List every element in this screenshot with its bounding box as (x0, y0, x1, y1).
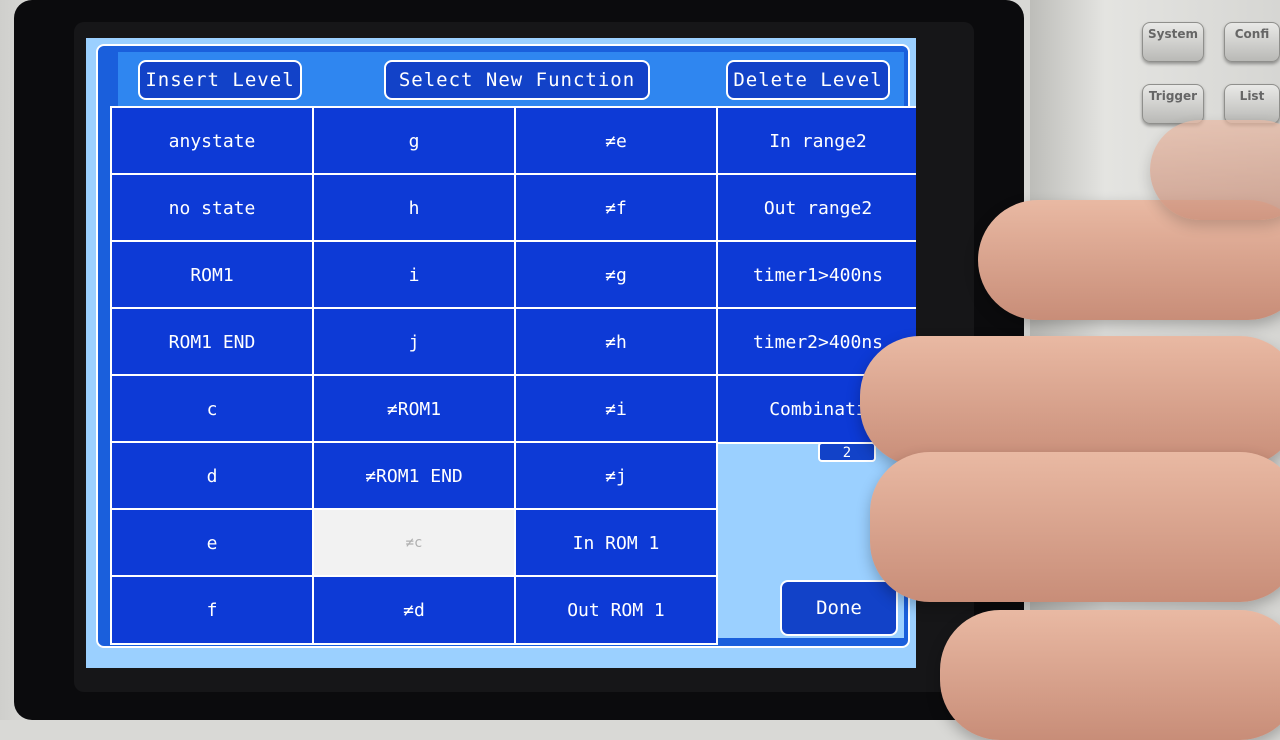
function-cell[interactable]: ≠j (514, 441, 718, 511)
function-cell[interactable]: ≠g (514, 240, 718, 310)
config-hw-button[interactable]: Confi (1224, 22, 1280, 62)
function-cell[interactable]: Out ROM 1 (514, 575, 718, 645)
function-cell[interactable]: In range2 (716, 106, 916, 176)
function-cell[interactable]: no state (110, 173, 314, 243)
function-cell[interactable]: c (110, 374, 314, 444)
function-cell[interactable]: e (110, 508, 314, 578)
function-cell[interactable]: Out range2 (716, 173, 916, 243)
finger-pinky (940, 610, 1280, 740)
function-cell[interactable]: timer1>400ns (716, 240, 916, 310)
function-cell[interactable]: i (312, 240, 516, 310)
function-cell[interactable]: ≠d (312, 575, 516, 645)
select-new-function-button[interactable]: Select New Function (384, 60, 650, 100)
function-cell[interactable]: In ROM 1 (514, 508, 718, 578)
function-cell[interactable]: h (312, 173, 516, 243)
function-cell[interactable]: ROM1 (110, 240, 314, 310)
function-cell[interactable]: ≠ROM1 (312, 374, 516, 444)
finger-blur (1150, 120, 1280, 220)
function-cell[interactable]: ≠f (514, 173, 718, 243)
finger-ring (870, 452, 1280, 602)
insert-level-button[interactable]: Insert Level (138, 60, 302, 100)
function-cell[interactable]: ≠e (514, 106, 718, 176)
function-cell[interactable]: anystate (110, 106, 314, 176)
function-grid: anystate no state ROM1 ROM1 END c d e f g h i j ≠ROM… (110, 106, 916, 645)
done-button[interactable]: Done (780, 580, 898, 636)
function-cell[interactable]: g (312, 106, 516, 176)
select-function-dialog: Insert Level Select New Function Delete … (96, 44, 916, 648)
function-cell[interactable]: ROM1 END (110, 307, 314, 377)
function-cell[interactable]: ≠ROM1 END (312, 441, 516, 511)
touch-display: Insert Level Select New Function Delete … (86, 38, 916, 668)
finger-middle (860, 336, 1280, 466)
function-cell[interactable]: d (110, 441, 314, 511)
function-cell[interactable]: ≠i (514, 374, 718, 444)
function-cell[interactable]: j (312, 307, 516, 377)
trigger-hw-button[interactable]: Trigger (1142, 84, 1204, 124)
system-hw-button[interactable]: System (1142, 22, 1204, 62)
function-cell[interactable]: f (110, 575, 314, 645)
delete-level-button[interactable]: Delete Level (726, 60, 890, 100)
function-cell[interactable]: ≠c (312, 508, 516, 578)
list-hw-button[interactable]: List (1224, 84, 1280, 124)
function-cell[interactable]: ≠h (514, 307, 718, 377)
